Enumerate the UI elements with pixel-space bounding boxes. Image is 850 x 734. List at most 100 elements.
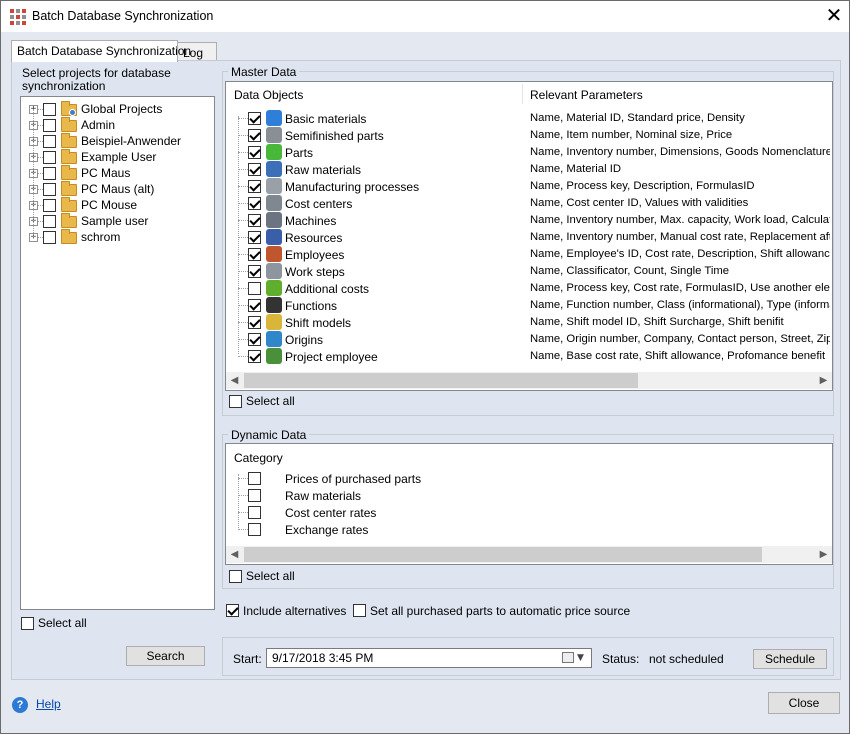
master-data-row[interactable]: Parts Name, Inventory number, Dimensions,… [226,144,832,161]
dynamic-data-row[interactable]: Cost center rates [226,504,832,521]
master-data-row[interactable]: Functions Name, Function number, Class (i… [226,297,832,314]
scroll-thumb[interactable] [244,373,638,388]
master-data-row[interactable]: Cost centers Name, Cost center ID, Values… [226,195,832,212]
data-object-checkbox[interactable] [248,282,261,295]
project-tree-item[interactable]: + Global Projects [21,101,211,117]
chevron-down-icon[interactable]: ▼ [577,649,584,667]
dynamic-data-row[interactable]: Raw materials [226,487,832,504]
include-alternatives-checkbox[interactable] [226,604,239,617]
master-data-row[interactable]: Manufacturing processes Name, Process key… [226,178,832,195]
projects-tree[interactable]: + Global Projects + Admin + Beispiel-Anwender… [20,96,215,610]
category-checkbox[interactable] [248,472,261,485]
dynamic-data-row[interactable]: Prices of purchased parts [226,470,832,487]
master-data-row[interactable]: Semifinished parts Name, Item number, Nom… [226,127,832,144]
category-checkbox[interactable] [248,523,261,536]
data-object-checkbox[interactable] [248,248,261,261]
scroll-left-icon[interactable]: ◀ [226,546,243,563]
data-object-checkbox[interactable] [248,350,261,363]
master-data-row[interactable]: Employees Name, Employee's ID, Cost rate,… [226,246,832,263]
category-name: Raw materials [285,489,362,503]
dynamic-hscrollbar[interactable]: ◀ ▶ [226,546,832,563]
master-hscrollbar[interactable]: ◀ ▶ [226,372,832,389]
footsteps-icon [266,263,282,279]
master-data-row[interactable]: Resources Name, Inventory number, Manual … [226,229,832,246]
master-data-row[interactable]: Additional costs Name, Process key, Cost … [226,280,832,297]
calendar-icon[interactable] [562,652,574,663]
data-object-checkbox[interactable] [248,333,261,346]
tab-batch-sync[interactable]: Batch Database Synchronization [11,40,191,62]
master-data-row[interactable]: Raw materials Name, Material ID [226,161,832,178]
clock-icon [266,314,282,330]
start-datetime-picker[interactable]: 9/17/2018 3:45 PM ▼ [266,648,592,668]
master-select-all-checkbox[interactable] [229,395,242,408]
globe-badge-icon [69,109,76,116]
category-checkbox[interactable] [248,489,261,502]
close-icon[interactable]: ✕ [822,4,846,28]
include-alternatives-label: Include alternatives [243,604,347,618]
master-data-row[interactable]: Origins Name, Origin number, Company, Con… [226,331,832,348]
tree-connector [33,109,34,237]
project-tree-item[interactable]: + PC Mouse [21,197,211,213]
data-object-name: Work steps [285,265,345,279]
project-tree-item[interactable]: + PC Maus (alt) [21,181,211,197]
scroll-right-icon[interactable]: ▶ [815,372,832,389]
project-tree-item[interactable]: + Admin [21,117,211,133]
project-tree-item[interactable]: + PC Maus [21,165,211,181]
project-checkbox[interactable] [43,215,56,228]
project-label: PC Maus [81,166,131,180]
master-data-row[interactable]: Shift models Name, Shift model ID, Shift … [226,314,832,331]
project-checkbox[interactable] [43,151,56,164]
folder-icon [61,229,77,244]
data-object-checkbox[interactable] [248,163,261,176]
help-link[interactable]: Help [36,697,61,711]
project-tree-item[interactable]: + Beispiel-Anwender [21,133,211,149]
employee-icon [266,246,282,262]
data-object-checkbox[interactable] [248,316,261,329]
project-checkbox[interactable] [43,231,56,244]
data-object-checkbox[interactable] [248,197,261,210]
tree-line [238,186,248,187]
bar-stock-icon [266,127,282,143]
master-data-row[interactable]: Work steps Name, Classificator, Count, Si… [226,263,832,280]
dynamic-data-list[interactable]: Category Prices of purchased parts Raw ma… [225,443,833,565]
master-data-row[interactable]: Machines Name, Inventory number, Max. cap… [226,212,832,229]
scroll-thumb[interactable] [244,547,762,562]
auto-price-source-checkbox[interactable] [353,604,366,617]
dynamic-data-row[interactable]: Exchange rates [226,521,832,538]
tree-line [238,478,248,479]
project-checkbox[interactable] [43,135,56,148]
data-object-checkbox[interactable] [248,129,261,142]
data-object-checkbox[interactable] [248,180,261,193]
data-object-checkbox[interactable] [248,214,261,227]
data-object-name: Additional costs [285,282,370,296]
project-checkbox[interactable] [43,183,56,196]
projects-select-all-checkbox[interactable] [21,617,34,630]
project-tree-item[interactable]: + Example User [21,149,211,165]
data-object-checkbox[interactable] [248,299,261,312]
data-object-checkbox[interactable] [248,265,261,278]
data-object-checkbox[interactable] [248,231,261,244]
category-checkbox[interactable] [248,506,261,519]
project-checkbox[interactable] [43,103,56,116]
search-button[interactable]: Search [126,646,205,666]
master-data-row[interactable]: Basic materials Name, Material ID, Standa… [226,110,832,127]
project-checkbox[interactable] [43,199,56,212]
data-object-params: Name, Cost center ID, Values with validi… [530,197,749,209]
schedule-button[interactable]: Schedule [753,649,827,669]
master-data-row[interactable]: Project employee Name, Base cost rate, Sh… [226,348,832,365]
close-button[interactable]: Close [768,692,840,714]
data-object-checkbox[interactable] [248,112,261,125]
project-tree-item[interactable]: + schrom [21,229,211,245]
data-object-checkbox[interactable] [248,146,261,159]
scroll-left-icon[interactable]: ◀ [226,372,243,389]
master-data-list[interactable]: Data Objects Relevant Parameters Basic m… [225,81,833,391]
data-object-params: Name, Inventory number, Max. capacity, W… [530,214,830,226]
project-checkbox[interactable] [43,167,56,180]
tools-icon [266,229,282,245]
data-object-name: Employees [285,248,345,262]
help-icon[interactable]: ? [12,697,28,713]
scroll-right-icon[interactable]: ▶ [815,546,832,563]
project-tree-item[interactable]: + Sample user [21,213,211,229]
project-checkbox[interactable] [43,119,56,132]
dynamic-select-all-checkbox[interactable] [229,570,242,583]
